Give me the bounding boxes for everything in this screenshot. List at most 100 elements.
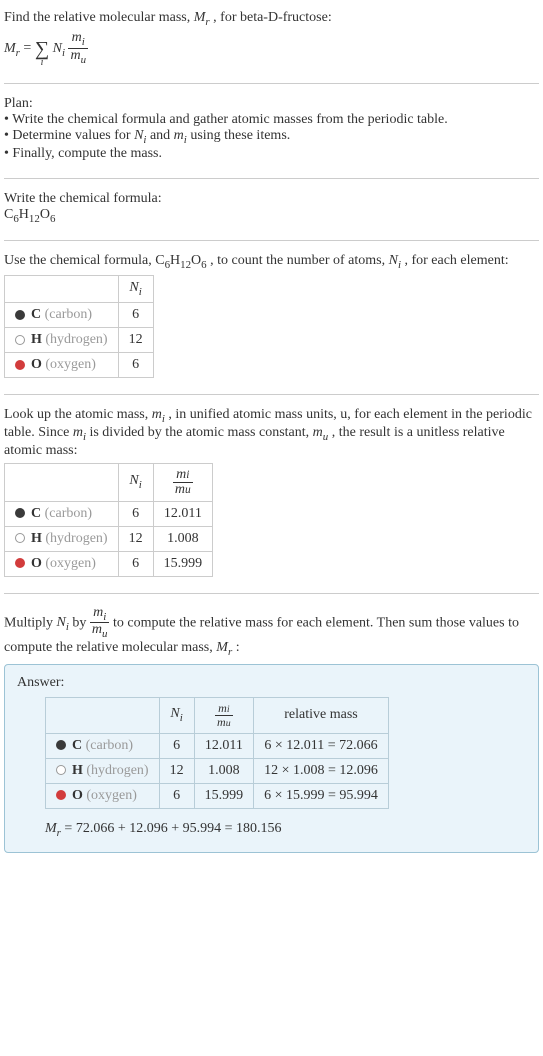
N: N [129, 280, 138, 295]
m: m [217, 715, 226, 729]
ni-header: Ni [118, 276, 153, 303]
O: O [40, 207, 50, 222]
final-result: Mr = 72.066 + 12.096 + 95.994 = 180.156 [45, 821, 526, 839]
i-sub: i [66, 621, 69, 633]
r-sub: r [205, 16, 209, 28]
ni-header: Ni [159, 697, 194, 733]
H: H [19, 207, 29, 222]
equals: = [23, 41, 34, 56]
atom-count-table: Ni C (carbon) 6 H (hydrogen) 12 O (oxyge… [4, 275, 154, 378]
value: 15.999 [194, 783, 254, 808]
m: m [218, 701, 227, 715]
divider [4, 593, 539, 594]
m: m [175, 482, 185, 497]
r-sub: r [57, 826, 61, 838]
H: H [170, 253, 180, 268]
m: m [174, 128, 184, 143]
text: , to count the number of atoms, [210, 253, 388, 268]
table-row: O (oxygen) 6 [5, 352, 154, 377]
ni-header: Ni [118, 463, 153, 501]
hydrogen-dot-icon [56, 765, 66, 775]
M: M [45, 821, 57, 836]
text: Multiply [4, 615, 57, 630]
oxygen-dot-icon [15, 360, 25, 370]
oxygen-dot-icon [15, 558, 25, 568]
text: using these items. [190, 128, 290, 143]
value: 1.008 [194, 758, 254, 783]
final-equation: = 72.066 + 12.096 + 95.994 = 180.156 [64, 821, 281, 836]
M: M [194, 10, 206, 25]
text: is divided by the atomic mass constant, [89, 425, 312, 440]
N: N [170, 706, 179, 721]
i-sub: i [162, 413, 165, 425]
table-row: C (carbon) 6 12.011 [5, 501, 213, 526]
text: by [72, 615, 90, 630]
u-sub: u [81, 54, 86, 66]
formula-inline: C6H12O6 [155, 253, 210, 268]
lookup-mass-section: Look up the atomic mass, mi , in unified… [4, 401, 539, 587]
carbon-dot-icon [15, 310, 25, 320]
i-sub: i [180, 712, 183, 724]
value: 12.011 [194, 733, 254, 758]
m: m [93, 605, 103, 620]
value: 12 [118, 327, 153, 352]
value: 6 [118, 551, 153, 576]
i-sub: i [82, 36, 85, 48]
r-sub: r [228, 646, 232, 658]
text: Find the relative molecular mass, [4, 10, 194, 25]
lookup-text: Look up the atomic mass, mi , in unified… [4, 407, 539, 459]
write-formula-section: Write the chemical formula: C6H12O6 [4, 185, 539, 235]
plan-title: Plan: [4, 96, 539, 112]
value: 12 × 1.008 = 12.096 [254, 758, 389, 783]
chemical-formula: C6H12O6 [4, 207, 539, 225]
divider [4, 240, 539, 241]
answer-table: Ni mi mu relative mass C (carbon) 6 12.0… [45, 697, 389, 809]
m: m [73, 425, 83, 440]
table-row: O (oxygen) 6 15.999 6 × 15.999 = 95.994 [46, 783, 389, 808]
mi-mu-header: mi mu [153, 463, 213, 501]
hydrogen-dot-icon [15, 335, 25, 345]
table-row: H (hydrogen) 12 1.008 12 × 1.008 = 12.09… [46, 758, 389, 783]
m: m [70, 48, 80, 63]
u-sub: u [226, 718, 231, 729]
i-sub: i [139, 286, 142, 298]
C: C [155, 253, 164, 268]
text: Use the chemical formula, [4, 253, 155, 268]
m: m [176, 467, 186, 482]
mr-formula: Mr = ∑ i Ni mi mu [4, 30, 539, 67]
multiply-section: Multiply Ni by mi mu to compute the rela… [4, 600, 539, 864]
write-formula-title: Write the chemical formula: [4, 191, 539, 207]
value: 6 [118, 302, 153, 327]
hydrogen-dot-icon [15, 533, 25, 543]
mass-table: Ni mi mu C (carbon) 6 12.011 H (hydrogen… [4, 463, 213, 577]
value: 6 [118, 501, 153, 526]
empty-header [46, 697, 160, 733]
empty-header [5, 276, 119, 303]
problem-statement: Find the relative molecular mass, Mr , f… [4, 4, 539, 77]
divider [4, 394, 539, 395]
sum-symbol: ∑ i [35, 30, 49, 67]
carbon-dot-icon [15, 508, 25, 518]
text: Look up the atomic mass, [4, 407, 152, 422]
text: , for beta-D-fructose: [213, 10, 332, 25]
plan-bullet-3: • Finally, compute the mass. [4, 146, 539, 162]
problem-line-1: Find the relative molecular mass, Mr , f… [4, 10, 539, 28]
divider [4, 178, 539, 179]
oxygen-dot-icon [56, 790, 66, 800]
u-sub: u [323, 431, 328, 443]
divider [4, 83, 539, 84]
plan-bullet-1: • Write the chemical formula and gather … [4, 112, 539, 128]
count-atoms-text: Use the chemical formula, C6H12O6 , to c… [4, 253, 539, 271]
value: 12.011 [153, 501, 213, 526]
value: 1.008 [153, 526, 213, 551]
text: , for each element: [404, 253, 508, 268]
count-atoms-section: Use the chemical formula, C6H12O6 , to c… [4, 247, 539, 388]
mi-over-mu: mi mu [90, 606, 110, 640]
Ni: Ni [53, 41, 69, 56]
u-sub: u [185, 484, 191, 496]
N: N [389, 253, 398, 268]
M: M [216, 640, 228, 655]
C: C [4, 207, 13, 222]
value: 6 [159, 733, 194, 758]
value: 6 × 15.999 = 95.994 [254, 783, 389, 808]
